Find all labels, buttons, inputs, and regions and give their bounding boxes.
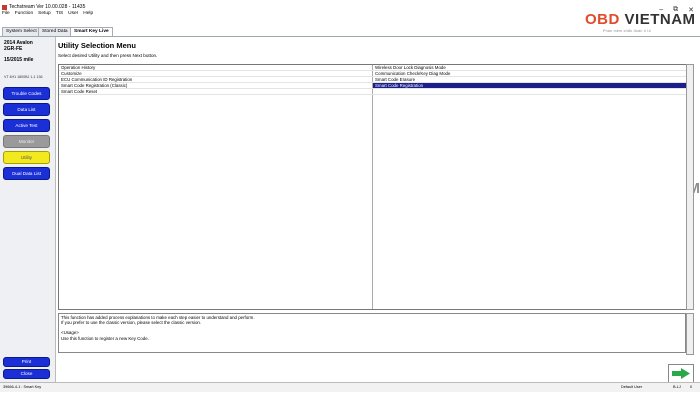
utility-grid: Operation History Wireless Door Lock Dia… bbox=[58, 64, 688, 310]
print-button[interactable]: Print bbox=[3, 357, 50, 367]
app-icon bbox=[2, 5, 7, 10]
grid-column-divider bbox=[372, 65, 373, 309]
utility-wireless-door-lock-diag[interactable]: Wireless Door Lock Diagnosis Mode bbox=[373, 65, 687, 70]
menu-file[interactable]: File bbox=[2, 11, 10, 16]
utility-smart-code-registration-classic[interactable]: Smart Code Registration (Classic) bbox=[59, 83, 372, 88]
menu-function[interactable]: Function bbox=[15, 11, 33, 16]
status-location: 39666-4-1 : Smart Key bbox=[3, 385, 42, 389]
description-line: Use this function to register a new Key … bbox=[61, 335, 149, 341]
menu-tis[interactable]: TIS bbox=[56, 11, 63, 16]
monitor-button[interactable]: Monitor bbox=[3, 135, 50, 148]
window-title: Techstream Ver 10.00.028 - 11435 bbox=[9, 4, 86, 10]
table-row: Smart Code Reset bbox=[59, 89, 687, 95]
active-test-button[interactable]: Active Test bbox=[3, 119, 50, 132]
next-arrow-icon bbox=[672, 368, 690, 379]
page-instructions: Select desired Utility and then press Ne… bbox=[58, 53, 158, 58]
utility-button[interactable]: Utility bbox=[3, 151, 50, 164]
menu-help[interactable]: Help bbox=[83, 11, 93, 16]
status-bar: 39666-4-1 : Smart Key Default User B-LJ … bbox=[0, 382, 700, 392]
utility-smart-code-erasure[interactable]: Smart Code Erasure bbox=[373, 77, 687, 82]
status-user: Default User bbox=[621, 385, 643, 389]
tab-system-select[interactable]: System Select bbox=[2, 27, 41, 36]
menu-setup[interactable]: Setup bbox=[38, 11, 51, 16]
utility-smart-code-reset[interactable]: Smart Code Reset bbox=[59, 89, 372, 94]
dual-data-list-button[interactable]: Dual Data List bbox=[3, 167, 50, 180]
description-scrollbar[interactable] bbox=[686, 313, 694, 355]
data-list-button[interactable]: Data List bbox=[3, 103, 50, 116]
vehicle-engine: 2GR-FE bbox=[4, 46, 23, 52]
menu-user[interactable]: User bbox=[68, 11, 78, 16]
status-count: 0 bbox=[690, 385, 693, 389]
page-title: Utility Selection Menu bbox=[58, 41, 136, 50]
utility-ecu-id-registration[interactable]: ECU Communication ID Registration bbox=[59, 77, 372, 82]
menu-bar: File Function Setup TIS User Help bbox=[2, 11, 93, 16]
tab-bar: System Select Stored Data Smart Key Live bbox=[0, 26, 700, 37]
utility-customize[interactable]: Customize bbox=[59, 71, 372, 76]
utility-smart-code-registration[interactable]: Smart Code Registration bbox=[373, 83, 687, 88]
tab-stored-data[interactable]: Stored Data bbox=[38, 27, 72, 36]
next-button[interactable] bbox=[668, 364, 694, 383]
empty-cell bbox=[373, 89, 687, 94]
close-button[interactable]: Close bbox=[3, 369, 50, 379]
description-panel: This function has added process explanat… bbox=[58, 313, 686, 353]
utility-operation-history[interactable]: Operation History bbox=[59, 65, 372, 70]
vehicle-mode: 15/2015 mile bbox=[4, 57, 34, 63]
trouble-codes-button[interactable]: Trouble Codes bbox=[3, 87, 50, 100]
tab-smart-key-live[interactable]: Smart Key Live bbox=[70, 27, 113, 36]
vehicle-vin: VT 4H1 1800BJ 1-1 136 bbox=[4, 75, 43, 79]
grid-scrollbar[interactable] bbox=[686, 64, 694, 310]
status-code: B-LJ bbox=[673, 385, 681, 389]
utility-communication-check[interactable]: Communication Check/Key Diag Mode bbox=[373, 71, 687, 76]
